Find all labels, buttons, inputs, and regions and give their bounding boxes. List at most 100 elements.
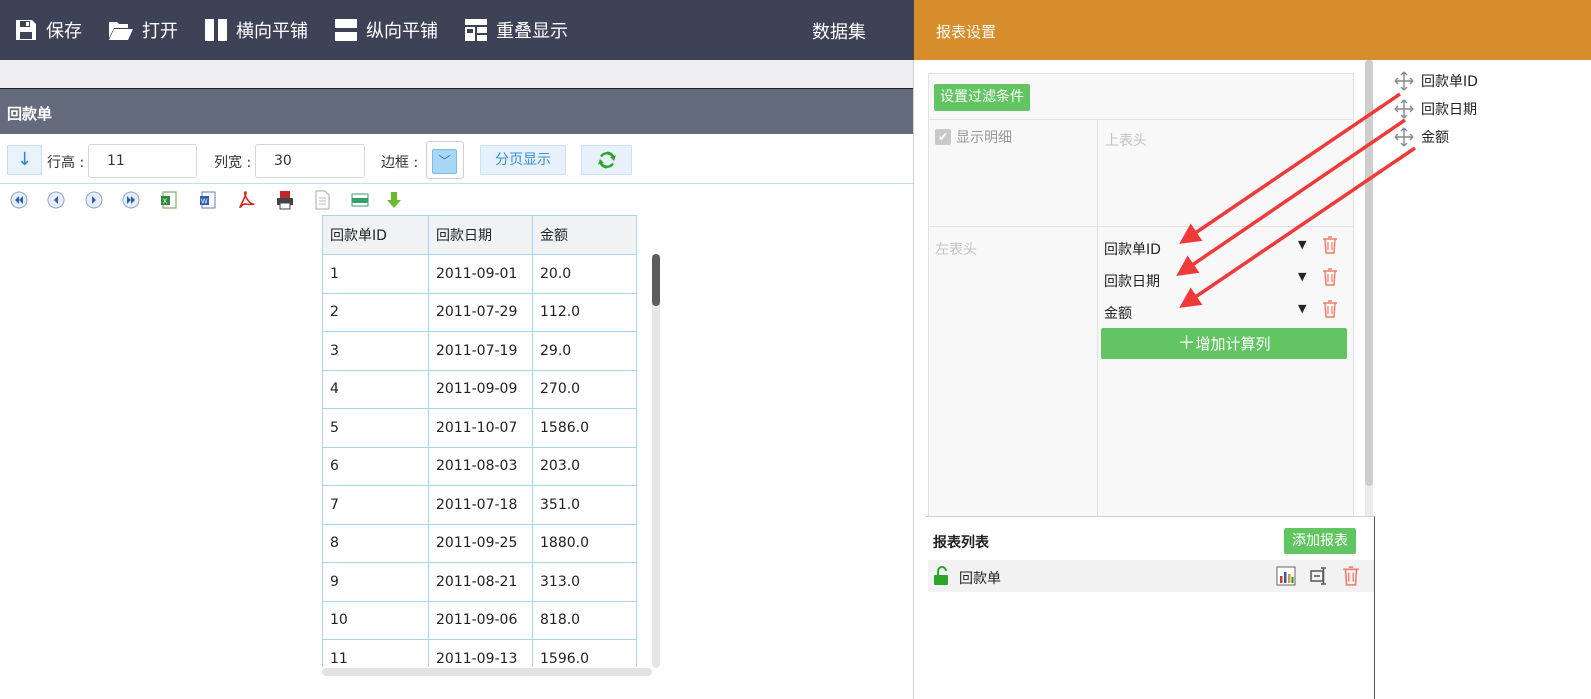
trash-icon[interactable]	[1342, 566, 1360, 586]
table-row[interactable]: 4 2011-09-09 270.0	[322, 369, 637, 409]
table-cell[interactable]: 1	[322, 254, 429, 294]
table-row[interactable]: 6 2011-08-03 203.0	[322, 446, 637, 486]
table-cell[interactable]: 4	[322, 369, 429, 409]
caret-down-icon[interactable]: ▼	[1298, 238, 1306, 251]
excel-export-icon[interactable]: X	[159, 190, 179, 210]
table-row[interactable]: 11 2011-09-13 1596.0	[322, 639, 637, 667]
table-row[interactable]: 3 2011-07-19 29.0	[322, 331, 637, 371]
table-cell[interactable]: 1596.0	[532, 639, 637, 667]
table-cell[interactable]: 2011-09-13	[428, 639, 533, 667]
list-item[interactable]: 回款单	[928, 560, 1374, 592]
table-cell[interactable]: 2011-09-25	[428, 523, 533, 563]
table-cell[interactable]: 9	[322, 562, 429, 602]
col-width-input[interactable]: 30	[255, 144, 365, 178]
table-cell[interactable]: 7	[322, 485, 429, 525]
table-row[interactable]: 2 2011-07-29 112.0	[322, 292, 637, 332]
table-cell[interactable]: 1880.0	[532, 523, 637, 563]
scrollbar-thumb[interactable]	[1365, 60, 1373, 486]
column-header-date[interactable]: 回款日期	[428, 215, 533, 255]
dataset-field-date[interactable]: 回款日期	[1394, 98, 1477, 120]
dataset-field-id[interactable]: 回款单ID	[1394, 70, 1478, 92]
prev-page-icon[interactable]	[46, 190, 66, 210]
table-cell[interactable]: 2011-07-19	[428, 331, 533, 371]
text-export-icon[interactable]	[312, 190, 332, 210]
table-cell[interactable]: 3	[322, 331, 429, 371]
table-vertical-scrollbar[interactable]	[652, 254, 660, 668]
table-cell[interactable]: 10	[322, 600, 429, 640]
table-cell[interactable]: 112.0	[532, 292, 637, 332]
cascade-button[interactable]: 重叠显示	[450, 0, 580, 60]
word-export-icon[interactable]: W	[198, 190, 218, 210]
table-cell[interactable]: 2011-08-03	[428, 446, 533, 486]
scrollbar-thumb[interactable]	[652, 254, 660, 306]
move-icon[interactable]	[1394, 127, 1414, 147]
border-select[interactable]: ﹀	[426, 141, 464, 179]
dataset-title: 数据集	[812, 22, 866, 43]
table-cell[interactable]: 2011-08-21	[428, 562, 533, 602]
save-icon	[16, 20, 36, 40]
table-cell[interactable]: 20.0	[532, 254, 637, 294]
table-cell[interactable]: 29.0	[532, 331, 637, 371]
rename-icon[interactable]	[1309, 566, 1329, 586]
table-cell[interactable]: 2011-07-29	[428, 292, 533, 332]
first-page-icon[interactable]	[9, 190, 29, 210]
tile-vertical-button[interactable]: 纵向平铺	[320, 0, 450, 60]
table-cell[interactable]: 5	[322, 408, 429, 448]
column-header-id[interactable]: 回款单ID	[322, 215, 429, 255]
chart-icon[interactable]	[1276, 566, 1296, 586]
row-height-input[interactable]: 11	[88, 144, 197, 178]
left-header-drop-zone[interactable]: 左表头	[935, 239, 977, 259]
column-header-amount[interactable]: 金额	[532, 215, 637, 255]
settings-scrollbar[interactable]	[1365, 60, 1373, 516]
download-arrow-icon[interactable]	[384, 190, 404, 210]
table-cell[interactable]: 1586.0	[532, 408, 637, 448]
table-row[interactable]: 8 2011-09-25 1880.0	[322, 523, 637, 563]
tile-horizontal-button[interactable]: 横向平铺	[190, 0, 320, 60]
table-cell[interactable]: 8	[322, 523, 429, 563]
table-row[interactable]: 9 2011-08-21 313.0	[322, 562, 637, 602]
table-row[interactable]: 1 2011-09-01 20.0	[322, 254, 637, 294]
open-button[interactable]: 打开	[94, 0, 190, 60]
table-horizontal-scrollbar[interactable]	[322, 668, 652, 676]
trash-icon[interactable]	[1322, 300, 1338, 318]
print-icon[interactable]	[275, 190, 295, 210]
table-row[interactable]: 7 2011-07-18 351.0	[322, 485, 637, 525]
table-cell[interactable]: 313.0	[532, 562, 637, 602]
caret-down-icon[interactable]: ▼	[1298, 302, 1306, 315]
table-cell[interactable]: 2011-09-01	[428, 254, 533, 294]
next-page-icon[interactable]	[84, 190, 104, 210]
table-cell[interactable]: 2011-09-09	[428, 369, 533, 409]
table-cell[interactable]: 2011-09-06	[428, 600, 533, 640]
unlock-icon[interactable]	[933, 566, 951, 586]
html-export-icon[interactable]	[350, 190, 370, 210]
table-cell[interactable]: 2011-07-18	[428, 485, 533, 525]
table-cell[interactable]: 2011-10-07	[428, 408, 533, 448]
add-calculated-column-button[interactable]: ＋增加计算列	[1101, 328, 1347, 359]
paged-display-button[interactable]: 分页显示	[480, 145, 566, 175]
table-cell[interactable]: 2	[322, 292, 429, 332]
refresh-button[interactable]	[581, 145, 632, 175]
save-button[interactable]: 保存	[0, 0, 94, 60]
show-detail-checkbox[interactable]: ✔ 显示明细	[935, 127, 1012, 147]
move-icon[interactable]	[1394, 99, 1414, 119]
svg-text:W: W	[201, 198, 208, 206]
dataset-field-amount[interactable]: 金额	[1394, 126, 1449, 148]
table-cell[interactable]: 270.0	[532, 369, 637, 409]
caret-down-icon[interactable]: ▼	[1298, 270, 1306, 283]
last-page-icon[interactable]	[121, 190, 141, 210]
trash-icon[interactable]	[1322, 236, 1338, 254]
expand-down-button[interactable]: ↓	[7, 145, 42, 175]
pdf-export-icon[interactable]	[236, 190, 256, 210]
trash-icon[interactable]	[1322, 268, 1338, 286]
table-cell[interactable]: 818.0	[532, 600, 637, 640]
table-cell[interactable]: 6	[322, 446, 429, 486]
table-cell[interactable]: 203.0	[532, 446, 637, 486]
table-cell[interactable]: 351.0	[532, 485, 637, 525]
add-report-button[interactable]: 添加报表	[1284, 528, 1356, 554]
table-row[interactable]: 5 2011-10-07 1586.0	[322, 408, 637, 448]
top-header-drop-zone[interactable]: 上表头	[1105, 130, 1147, 150]
table-cell[interactable]: 11	[322, 639, 429, 667]
move-icon[interactable]	[1394, 71, 1414, 91]
set-filter-button[interactable]: 设置过滤条件	[934, 84, 1030, 111]
table-row[interactable]: 10 2011-09-06 818.0	[322, 600, 637, 640]
